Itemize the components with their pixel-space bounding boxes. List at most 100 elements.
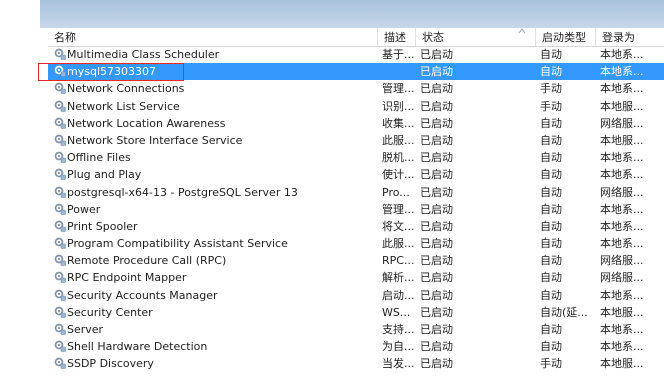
column-header-logon-as[interactable]: 登录为	[596, 28, 664, 46]
service-startup-type: 自动(延...	[540, 305, 588, 319]
service-name: Network Connections	[67, 82, 185, 96]
service-description: RPC...	[382, 254, 415, 268]
service-name: Network List Service	[67, 99, 180, 113]
service-row[interactable]: RPC Endpoint Mapper 解析... 已启动 自动 网络服...	[48, 269, 664, 286]
service-description: 支持...	[382, 323, 415, 336]
service-logon-as: 本地系...	[600, 219, 644, 233]
service-description: 收集...	[382, 116, 415, 130]
service-status: 已启动	[420, 185, 453, 199]
service-row[interactable]: Network Store Interface Service 此服... 已启动 自…	[48, 132, 664, 149]
gear-service-icon	[54, 306, 66, 318]
service-status: 已启动	[420, 99, 453, 113]
service-startup-type: 自动	[540, 151, 562, 165]
service-row[interactable]: Offline Files 脱机... 已启动 自动 本地系...	[48, 149, 664, 166]
service-startup-type: 自动	[540, 323, 562, 336]
service-status: 已启动	[420, 254, 453, 268]
service-startup-type: 手动	[540, 99, 562, 113]
gear-service-icon	[54, 65, 66, 77]
service-row[interactable]: Print Spooler 将文... 已启动 自动 本地系...	[48, 218, 664, 235]
service-name: postgresql-x64-13 - PostgreSQL Server 13	[67, 185, 298, 199]
service-startup-type: 自动	[540, 65, 562, 79]
service-logon-as: 网络服...	[600, 271, 644, 285]
service-row[interactable]: mysql57303307 已启动 自动 本地系...	[48, 63, 664, 81]
service-logon-as: 本地系...	[600, 65, 644, 79]
service-startup-type: 自动	[540, 116, 562, 130]
service-row[interactable]: Network List Service 识别... 已启动 手动 本地服...	[48, 98, 664, 115]
column-header-description[interactable]: 描述	[378, 28, 416, 46]
service-logon-as: 本地系...	[600, 202, 644, 216]
service-startup-type: 自动	[540, 133, 562, 147]
service-name-cell: Print Spooler	[54, 218, 376, 235]
gear-service-icon	[54, 168, 66, 181]
service-startup-type: 自动	[540, 202, 562, 216]
service-startup-type: 自动	[540, 340, 562, 354]
service-status: 已启动	[420, 48, 453, 61]
service-name-cell: Network Location Awareness	[54, 115, 376, 132]
service-row[interactable]: Security Center WS... 已启动 自动(延... 本地服...	[48, 304, 664, 321]
service-startup-type: 自动	[540, 237, 562, 251]
column-header-startup-type[interactable]: 启动类型	[536, 28, 596, 46]
service-row[interactable]: SSDP Discovery 当发... 已启动 手动 本地服...	[48, 355, 664, 372]
service-name-cell: Network Connections	[54, 80, 376, 97]
service-logon-as: 本地系...	[600, 82, 644, 96]
service-row[interactable]: Network Connections 管理... 已启动 手动 本地系...	[48, 80, 664, 97]
service-logon-as: 本地服...	[600, 133, 644, 147]
service-name: Offline Files	[67, 151, 131, 165]
gear-service-icon	[54, 134, 66, 146]
service-name-cell: Power	[54, 201, 376, 218]
service-status: 已启动	[420, 82, 453, 96]
services-window: 名称 描述 状态 启动类型 登录为 Multimedia Class Sched…	[0, 0, 664, 380]
service-row[interactable]: Program Compatibility Assistant Service 此…	[48, 235, 664, 252]
service-startup-type: 自动	[540, 254, 562, 268]
service-description: 此服...	[382, 133, 415, 147]
service-status: 已启动	[420, 357, 453, 371]
gear-service-icon	[54, 271, 66, 284]
service-row[interactable]: Shell Hardware Detection 为自... 已启动 自动 本地系...	[48, 338, 664, 355]
service-row[interactable]: postgresql-x64-13 - PostgreSQL Server 13…	[48, 184, 664, 201]
service-row[interactable]: Remote Procedure Call (RPC) RPC... 已启动 自动 网络…	[48, 252, 664, 269]
service-name: Power	[67, 202, 101, 216]
service-logon-as: 本地系...	[600, 323, 644, 336]
service-name: Server	[67, 323, 104, 336]
column-header-name[interactable]: 名称	[48, 28, 378, 46]
service-status: 已启动	[420, 65, 453, 79]
service-logon-as: 本地服...	[600, 305, 644, 319]
service-status: 已启动	[420, 219, 453, 233]
service-name-cell: Program Compatibility Assistant Service	[54, 235, 376, 252]
service-row[interactable]: Security Accounts Manager 启动... 已启动 自动 本地系..…	[48, 287, 664, 304]
gear-service-icon	[54, 100, 66, 112]
gear-service-icon	[54, 357, 66, 370]
service-logon-as: 本地服...	[600, 99, 644, 113]
service-name: Network Store Interface Service	[67, 133, 243, 147]
service-status: 已启动	[420, 151, 453, 165]
service-row[interactable]: Power 管理... 已启动 自动 本地系...	[48, 201, 664, 218]
service-description	[382, 63, 418, 80]
service-description: Pro...	[382, 185, 410, 199]
service-row[interactable]: Network Location Awareness 收集... 已启动 自动 网络服.…	[48, 115, 664, 132]
service-description: 管理...	[382, 82, 415, 96]
service-description: 此服...	[382, 237, 415, 251]
gear-service-icon	[54, 48, 66, 60]
service-row[interactable]: Multimedia Class Scheduler 基于... 已启动 自动 本地系.…	[48, 46, 664, 63]
gear-service-icon	[54, 117, 66, 129]
service-status: 已启动	[420, 202, 453, 216]
service-status: 已启动	[420, 305, 453, 319]
gear-service-icon	[54, 203, 66, 215]
service-startup-type: 手动	[540, 357, 562, 371]
service-startup-type: 自动	[540, 271, 562, 285]
service-description: 启动...	[382, 288, 415, 302]
gear-service-icon	[54, 254, 66, 267]
service-logon-as: 本地系...	[600, 48, 644, 61]
service-row[interactable]: Plug and Play 使计... 已启动 自动 本地系...	[48, 166, 664, 183]
service-name-cell: Offline Files	[54, 149, 376, 166]
service-logon-as: 网络服...	[600, 254, 644, 268]
service-description: 管理...	[382, 202, 415, 216]
service-logon-as: 网络服...	[600, 116, 644, 130]
service-row[interactable]: Server 支持... 已启动 自动 本地系...	[48, 321, 664, 338]
service-status: 已启动	[420, 288, 453, 302]
service-name-cell: Network Store Interface Service	[54, 132, 376, 149]
service-name: Program Compatibility Assistant Service	[67, 237, 288, 251]
service-description: 脱机...	[382, 151, 415, 165]
service-name: Remote Procedure Call (RPC)	[67, 254, 227, 268]
services-list: Multimedia Class Scheduler 基于... 已启动 自动 本地系.…	[48, 46, 664, 373]
